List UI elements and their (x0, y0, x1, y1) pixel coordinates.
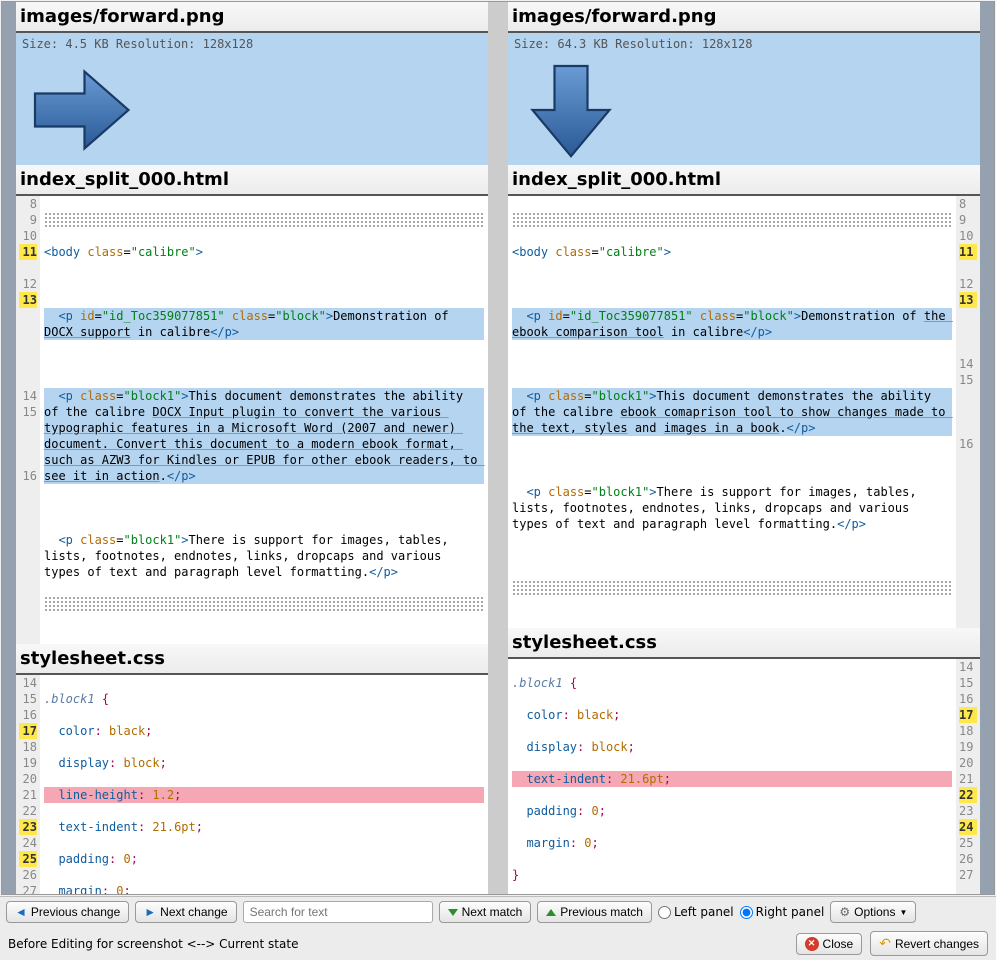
revert-changes-button[interactable]: ↶ Revert changes (870, 931, 988, 956)
code-body: .block1 { color: black; display: block; … (508, 659, 956, 894)
search-input[interactable] (243, 901, 433, 923)
right-panel-radio[interactable]: Right panel (740, 905, 825, 919)
css-code-right[interactable]: .block1 { color: black; display: block; … (508, 659, 980, 894)
triangle-up-icon (546, 909, 556, 916)
previous-change-button[interactable]: ◄ Previous change (6, 901, 129, 923)
code-body: <body class="calibre"> <p id="id_Toc3590… (40, 196, 488, 644)
html-section-title: index_split_000.html (16, 165, 488, 196)
radio-label: Right panel (756, 905, 825, 919)
right-pane: images/forward.png Size: 64.3 KB Resolut… (508, 2, 980, 894)
css-code-left[interactable]: 1415161718192021222324252627 .block1 { c… (16, 675, 488, 894)
triangle-down-icon (448, 909, 458, 916)
status-bar: Before Editing for screenshot <--> Curre… (0, 927, 996, 960)
status-text: Before Editing for screenshot <--> Curre… (8, 937, 298, 951)
scroll-gutter-left[interactable] (2, 2, 16, 894)
line-numbers: 1415161718192021222324252627 (956, 659, 980, 894)
image-section-title: images/forward.png (508, 2, 980, 33)
html-section-title: index_split_000.html (508, 165, 980, 196)
scroll-gutter-right[interactable] (980, 2, 994, 894)
radio-label: Left panel (674, 905, 734, 919)
left-pane: images/forward.png Size: 4.5 KB Resoluti… (16, 2, 488, 894)
close-button[interactable]: ✕ Close (796, 933, 863, 955)
chevron-down-icon: ▼ (899, 908, 907, 917)
line-numbers: 1415161718192021222324252627 (16, 675, 40, 894)
pane-divider[interactable] (488, 2, 508, 894)
next-change-button[interactable]: ► Next change (135, 901, 236, 923)
forward-arrow-icon (24, 55, 134, 165)
left-panel-radio[interactable]: Left panel (658, 905, 734, 919)
arrow-right-icon: ► (144, 905, 156, 919)
html-code-left[interactable]: 891011 1213 1415 16 <body class="calibre… (16, 196, 488, 644)
down-arrow-icon (516, 55, 626, 165)
image-preview (508, 55, 980, 165)
button-label: Next change (160, 905, 227, 919)
close-icon: ✕ (805, 937, 819, 951)
image-meta: Size: 64.3 KB Resolution: 128x128 (508, 33, 980, 55)
code-body: .block1 { color: black; display: block; … (40, 675, 488, 894)
css-section-title: stylesheet.css (508, 628, 980, 659)
code-body: <body class="calibre"> <p id="id_Toc3590… (508, 196, 956, 628)
button-label: Options (854, 905, 895, 919)
undo-icon: ↶ (879, 935, 891, 952)
arrow-left-icon: ◄ (15, 905, 27, 919)
image-preview (16, 55, 488, 165)
gear-icon: ⚙ (839, 905, 850, 919)
image-meta: Size: 4.5 KB Resolution: 128x128 (16, 33, 488, 55)
next-match-button[interactable]: Next match (439, 901, 532, 923)
button-label: Revert changes (895, 937, 979, 951)
button-label: Next match (462, 905, 523, 919)
previous-match-button[interactable]: Previous match (537, 901, 652, 923)
options-button[interactable]: ⚙ Options ▼ (830, 901, 916, 923)
image-section-title: images/forward.png (16, 2, 488, 33)
line-numbers: 891011 1213 1415 16 (16, 196, 40, 644)
button-label: Previous match (560, 905, 643, 919)
css-section-title: stylesheet.css (16, 644, 488, 675)
html-code-right[interactable]: <body class="calibre"> <p id="id_Toc3590… (508, 196, 980, 628)
diff-viewer: images/forward.png Size: 4.5 KB Resoluti… (1, 1, 995, 895)
toolbar: ◄ Previous change ► Next change Next match… (0, 896, 996, 927)
button-label: Previous change (31, 905, 120, 919)
button-label: Close (823, 937, 854, 951)
line-numbers: 891011 1213 1415 16 (956, 196, 980, 628)
